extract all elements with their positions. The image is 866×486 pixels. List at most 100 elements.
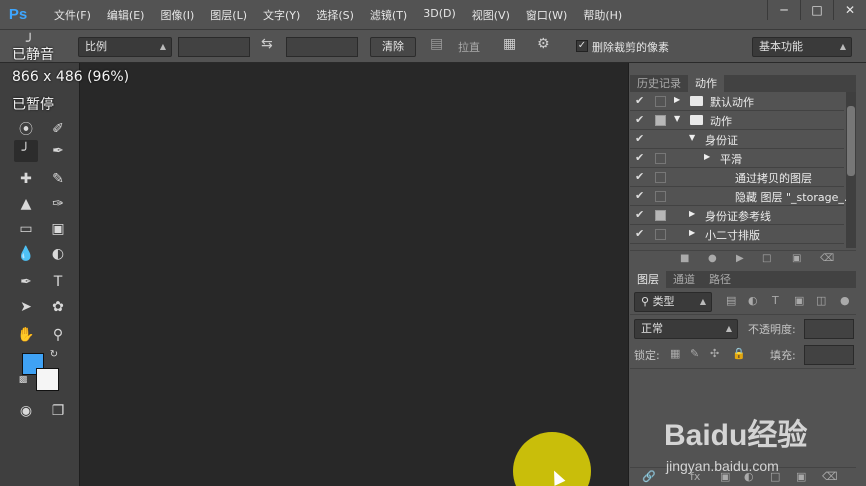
dialog-toggle-box[interactable] xyxy=(655,96,666,107)
tab-paths[interactable]: 路径 xyxy=(702,271,738,288)
checkmark-icon[interactable]: ✔ xyxy=(635,227,644,240)
menu-item[interactable]: 文件(F) xyxy=(46,7,99,23)
workspace-select[interactable]: 基本功能 ▲ xyxy=(752,37,852,57)
lasso-icon[interactable]: ⦿ xyxy=(14,118,38,140)
filter-smart-object-icon[interactable]: ◫ xyxy=(816,294,826,307)
restore-icon[interactable]: □ xyxy=(800,0,833,20)
triangle-down-icon[interactable]: ▼ xyxy=(689,133,695,142)
menu-item[interactable]: 选择(S) xyxy=(308,7,362,23)
new-set-icon[interactable]: □ xyxy=(762,253,771,264)
close-icon[interactable]: ✕ xyxy=(833,0,866,20)
fill-input[interactable] xyxy=(804,345,854,365)
menu-item[interactable]: 视图(V) xyxy=(464,7,518,23)
quick-selection-icon[interactable]: ✐ xyxy=(46,118,70,140)
dialog-toggle-box[interactable] xyxy=(655,210,666,221)
menu-item[interactable]: 编辑(E) xyxy=(99,7,153,23)
record-icon[interactable]: ● xyxy=(708,253,717,264)
opacity-input[interactable] xyxy=(804,319,854,339)
action-row[interactable]: ✔ ▶ 身份证参考线 xyxy=(630,206,844,225)
dialog-toggle-box[interactable] xyxy=(655,172,666,183)
layer-filter-select[interactable]: ⚲ 类型 ▲ xyxy=(634,292,712,312)
swap-icon[interactable]: ⇆ xyxy=(261,36,273,52)
action-row[interactable]: ✔ ▶ 默认动作 xyxy=(630,92,844,111)
lock-pixels-icon[interactable]: ✎ xyxy=(690,347,699,360)
ratio-select[interactable]: 比例 ▲ xyxy=(78,37,172,57)
triangle-right-icon[interactable]: ▶ xyxy=(689,209,695,218)
lock-position-icon[interactable]: ✣ xyxy=(710,347,719,360)
new-action-icon[interactable]: ▣ xyxy=(792,253,801,264)
filter-toggle-icon[interactable]: ● xyxy=(840,294,850,307)
quick-mask-icon[interactable]: ◉ xyxy=(14,400,38,422)
triangle-right-icon[interactable]: ▶ xyxy=(704,152,710,161)
stop-icon[interactable]: ■ xyxy=(680,253,689,264)
actions-scrollbar[interactable] xyxy=(846,92,856,248)
dodge-icon[interactable]: ◐ xyxy=(46,243,70,265)
checkmark-icon[interactable]: ✔ xyxy=(635,113,644,126)
checkmark-icon[interactable]: ✔ xyxy=(635,151,644,164)
action-row[interactable]: ✔ 通过拷贝的图层 xyxy=(630,168,844,187)
background-color-swatch[interactable] xyxy=(36,368,59,391)
hand-icon[interactable]: ✋ xyxy=(14,324,38,346)
triangle-right-icon[interactable]: ▶ xyxy=(689,228,695,237)
menu-item[interactable]: 滤镜(T) xyxy=(362,7,415,23)
action-row[interactable]: ✔ ▼ 动作 xyxy=(630,111,844,130)
lock-transparent-icon[interactable]: ▦ xyxy=(670,347,680,360)
swap-colors-icon[interactable]: ↻ xyxy=(46,346,62,362)
action-row[interactable]: ✔ 隐藏 图层 "_storage_... xyxy=(630,187,854,206)
crop-icon[interactable]: ╯ xyxy=(14,140,38,162)
menu-item[interactable]: 图像(I) xyxy=(152,7,202,23)
history-brush-icon[interactable]: ✑ xyxy=(46,193,70,215)
dialog-toggle-box[interactable] xyxy=(655,191,666,202)
clear-button[interactable]: 清除 xyxy=(370,37,416,57)
filter-pixel-icon[interactable]: ▤ xyxy=(726,294,736,307)
checkmark-icon[interactable]: ✔ xyxy=(635,170,644,183)
healing-brush-icon[interactable]: ✚ xyxy=(14,168,38,190)
trash-icon[interactable]: ⌫ xyxy=(820,253,834,264)
brush-icon[interactable]: ✎ xyxy=(46,168,70,190)
scrollbar-thumb[interactable] xyxy=(847,106,855,176)
action-row[interactable]: ✔ ▼ 身份证 xyxy=(630,130,844,149)
blur-icon[interactable]: 💧 xyxy=(14,243,38,265)
filter-shape-icon[interactable]: ▣ xyxy=(794,294,804,307)
checkmark-icon[interactable]: ✔ xyxy=(635,132,644,145)
action-row[interactable]: ✔ ▶ 小二寸排版 xyxy=(630,225,844,244)
clone-stamp-icon[interactable]: ▲ xyxy=(14,193,38,215)
checkmark-icon[interactable]: ✔ xyxy=(635,208,644,221)
action-row[interactable]: ✔ ▶ 平滑 xyxy=(630,149,844,168)
triangle-right-icon[interactable]: ▶ xyxy=(674,95,680,104)
gradient-icon[interactable]: ▣ xyxy=(46,218,70,240)
pen-icon[interactable]: ✒ xyxy=(14,271,38,293)
dialog-toggle-box[interactable] xyxy=(655,153,666,164)
filter-type-icon[interactable]: T xyxy=(772,294,779,307)
checkmark-icon[interactable]: ✔ xyxy=(635,189,644,202)
link-layers-icon[interactable]: 🔗 xyxy=(642,470,656,483)
minimize-icon[interactable]: ─ xyxy=(767,0,800,20)
document-canvas[interactable] xyxy=(80,63,628,486)
tab-actions[interactable]: 动作 xyxy=(688,75,724,92)
checkmark-icon[interactable]: ✔ xyxy=(635,94,644,107)
menu-item[interactable]: 3D(D) xyxy=(415,7,464,23)
menu-item[interactable]: 文字(Y) xyxy=(255,7,308,23)
blend-mode-select[interactable]: 正常 ▲ xyxy=(634,319,738,339)
height-input[interactable] xyxy=(286,37,358,57)
default-colors-icon[interactable]: ▩ xyxy=(16,373,30,387)
custom-shape-icon[interactable]: ✿ xyxy=(46,296,70,318)
straighten-icon[interactable]: ▤ xyxy=(430,36,443,52)
tab-channels[interactable]: 通道 xyxy=(666,271,702,288)
triangle-down-icon[interactable]: ▼ xyxy=(674,114,680,123)
zoom-icon[interactable]: ⚲ xyxy=(46,324,70,346)
path-selection-icon[interactable]: ➤ xyxy=(14,296,38,318)
grid-overlay-icon[interactable]: ▦ xyxy=(503,36,516,52)
screen-mode-icon[interactable]: ❐ xyxy=(46,400,70,422)
eraser-icon[interactable]: ▭ xyxy=(14,218,38,240)
gear-icon[interactable]: ⚙ xyxy=(537,36,550,52)
eyedropper-icon[interactable]: ✒ xyxy=(46,140,70,162)
width-input[interactable] xyxy=(178,37,250,57)
dialog-toggle-box[interactable] xyxy=(655,229,666,240)
tab-history[interactable]: 历史记录 xyxy=(630,75,688,92)
menu-item[interactable]: 窗口(W) xyxy=(518,7,575,23)
tab-layers[interactable]: 图层 xyxy=(630,271,666,288)
lock-all-icon[interactable]: 🔒 xyxy=(732,347,746,360)
menu-item[interactable]: 帮助(H) xyxy=(575,7,630,23)
delete-cropped-checkbox[interactable]: ✓ xyxy=(576,40,588,52)
